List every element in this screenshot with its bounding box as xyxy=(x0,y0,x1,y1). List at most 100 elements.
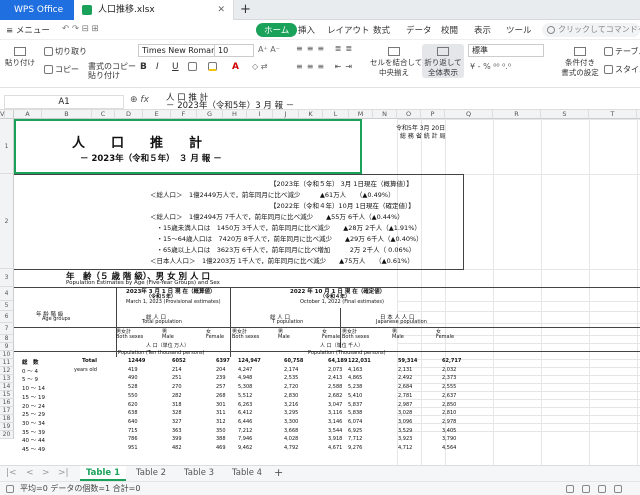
menu-formula[interactable]: 数式 xyxy=(373,24,390,36)
row-header[interactable]: 11 xyxy=(0,359,14,367)
font-color-button[interactable]: A xyxy=(232,62,239,72)
app-tab[interactable]: WPS Office xyxy=(0,0,74,20)
menu-insert[interactable]: 挿入 xyxy=(298,24,315,36)
row-header[interactable]: 5 xyxy=(0,301,14,311)
row-header[interactable]: 16 xyxy=(0,399,14,407)
page-break-icon[interactable] xyxy=(598,485,606,493)
column-header[interactable]: J xyxy=(273,110,299,119)
row-header[interactable]: 10 xyxy=(0,351,14,359)
column-header[interactable]: I xyxy=(247,110,273,119)
row-header[interactable]: 6 xyxy=(0,311,14,323)
italic-button[interactable]: I xyxy=(156,62,159,72)
column-header[interactable]: A xyxy=(14,110,42,119)
sheet-tab-table3[interactable]: Table 3 xyxy=(176,466,222,481)
spreadsheet-grid[interactable]: ABCDEFGHIJKLMNOPQRSTUV 12345678910111213… xyxy=(0,110,640,465)
column-header[interactable]: G xyxy=(197,110,223,119)
column-header[interactable]: P xyxy=(421,110,445,119)
column-header[interactable]: L xyxy=(323,110,349,119)
name-box[interactable]: A1 xyxy=(4,95,124,109)
format-painter-button[interactable]: 書式のコピー 貼り付け xyxy=(88,62,136,80)
row-header[interactable]: 12 xyxy=(0,367,14,375)
column-header[interactable]: K xyxy=(299,110,323,119)
column-header[interactable]: F xyxy=(171,110,197,119)
paste-button[interactable]: 貼り付け xyxy=(2,44,38,78)
fill-color-icon[interactable] xyxy=(208,62,219,71)
vertical-align-icons[interactable]: ≡≡≡ ≣≣ xyxy=(296,44,356,53)
close-tab-icon[interactable]: ✕ xyxy=(217,0,225,20)
column-header[interactable]: B xyxy=(42,110,92,119)
row-header[interactable]: 14 xyxy=(0,383,14,391)
number-format-icons[interactable]: ¥ - % ⁰⁰ ⁰.⁰ xyxy=(470,62,511,71)
table-button[interactable]: テーブル xyxy=(604,46,640,57)
conditional-format-button[interactable]: 条件付き 書式の設定 xyxy=(560,44,600,78)
row-header[interactable]: 2 xyxy=(0,174,14,269)
gridline xyxy=(397,375,640,376)
formula-input[interactable]: 人 口 推 計 － 2023年（令和5年）3 月 報 － xyxy=(166,94,294,111)
column-header[interactable]: Q xyxy=(445,110,493,119)
menu-data[interactable]: データ xyxy=(406,24,432,36)
column-header[interactable]: T xyxy=(589,110,637,119)
column-header[interactable]: V xyxy=(0,110,6,119)
menu-view[interactable]: 表示 xyxy=(474,24,491,36)
column-header[interactable]: N xyxy=(373,110,397,119)
row-header[interactable]: 18 xyxy=(0,415,14,423)
column-header[interactable]: D xyxy=(115,110,143,119)
main-menu-button[interactable]: ≡ メニュー xyxy=(6,24,50,36)
zoom-icon[interactable]: ⊕ xyxy=(130,95,138,105)
font-size-adjust-icons[interactable]: A⁺ A⁻ xyxy=(258,45,280,54)
next-sheet-icon[interactable]: > xyxy=(42,468,50,478)
menu-review[interactable]: 校閲 xyxy=(441,24,458,36)
wrap-text-button[interactable]: 折り返して 全体表示 xyxy=(422,44,464,78)
sheet-tab-table4[interactable]: Table 4 xyxy=(224,466,270,481)
row-header[interactable]: 3 xyxy=(0,269,14,287)
add-sheet-button[interactable]: + xyxy=(274,466,283,479)
sheet-tab-table1[interactable]: Table 1 xyxy=(80,466,126,481)
row-header[interactable]: 8 xyxy=(0,335,14,343)
last-sheet-icon[interactable]: >| xyxy=(58,468,69,478)
prev-sheet-icon[interactable]: < xyxy=(26,468,34,478)
undo-redo-icons[interactable]: ↶ ↷ ⊟ ⊞ xyxy=(62,24,99,34)
font-size-select[interactable]: 10 xyxy=(214,44,254,57)
new-tab-button[interactable]: + xyxy=(240,0,251,20)
menu-home[interactable]: ホーム xyxy=(256,23,298,37)
horizontal-align-icons[interactable]: ≡≡≡ ⇤⇥ xyxy=(296,62,356,71)
fx-icon[interactable]: fx xyxy=(140,95,149,105)
row-header[interactable]: 15 xyxy=(0,391,14,399)
column-header[interactable]: E xyxy=(143,110,171,119)
document-tab[interactable]: 人口推移.xlsx ✕ xyxy=(74,0,234,20)
row-header[interactable]: 20 xyxy=(0,431,14,439)
row-header[interactable]: 1 xyxy=(0,119,14,174)
sheet-tab-table2[interactable]: Table 2 xyxy=(128,466,174,481)
style-button[interactable]: スタイル xyxy=(604,64,640,75)
column-header[interactable]: O xyxy=(397,110,421,119)
first-sheet-icon[interactable]: |< xyxy=(6,468,17,478)
border-icon[interactable] xyxy=(188,62,199,71)
formula-icons[interactable]: ⊕ fx xyxy=(130,95,149,105)
row-header[interactable]: 7 xyxy=(0,323,14,335)
bold-button[interactable]: B xyxy=(140,62,147,72)
row-header[interactable]: 9 xyxy=(0,343,14,351)
row-header[interactable]: 17 xyxy=(0,407,14,415)
column-header[interactable]: M xyxy=(349,110,373,119)
number-format-select[interactable]: 標準 xyxy=(468,44,544,57)
status-icon[interactable] xyxy=(6,485,14,493)
column-header[interactable]: H xyxy=(223,110,247,119)
reading-mode-icon[interactable] xyxy=(614,485,622,493)
clear-format-icon[interactable]: ◇ ⇄ xyxy=(252,62,267,71)
column-header[interactable]: C xyxy=(92,110,115,119)
copy-button[interactable]: コピー xyxy=(44,64,79,75)
row-header[interactable]: 19 xyxy=(0,423,14,431)
menu-layout[interactable]: レイアウト xyxy=(327,24,370,36)
merge-center-button[interactable]: セルを結合して 中央揃え xyxy=(370,44,422,78)
command-search-input[interactable]: クリックしてコマンドを xyxy=(542,23,640,37)
column-header[interactable]: R xyxy=(493,110,541,119)
row-header[interactable]: 4 xyxy=(0,287,14,301)
page-layout-icon[interactable] xyxy=(582,485,590,493)
row-header[interactable]: 13 xyxy=(0,375,14,383)
menu-tools[interactable]: ツール xyxy=(506,24,532,36)
normal-view-icon[interactable] xyxy=(566,485,574,493)
gridline xyxy=(397,335,640,336)
column-header[interactable]: S xyxy=(541,110,589,119)
underline-button[interactable]: U xyxy=(172,62,179,72)
cut-button[interactable]: 切り取り xyxy=(44,46,87,57)
